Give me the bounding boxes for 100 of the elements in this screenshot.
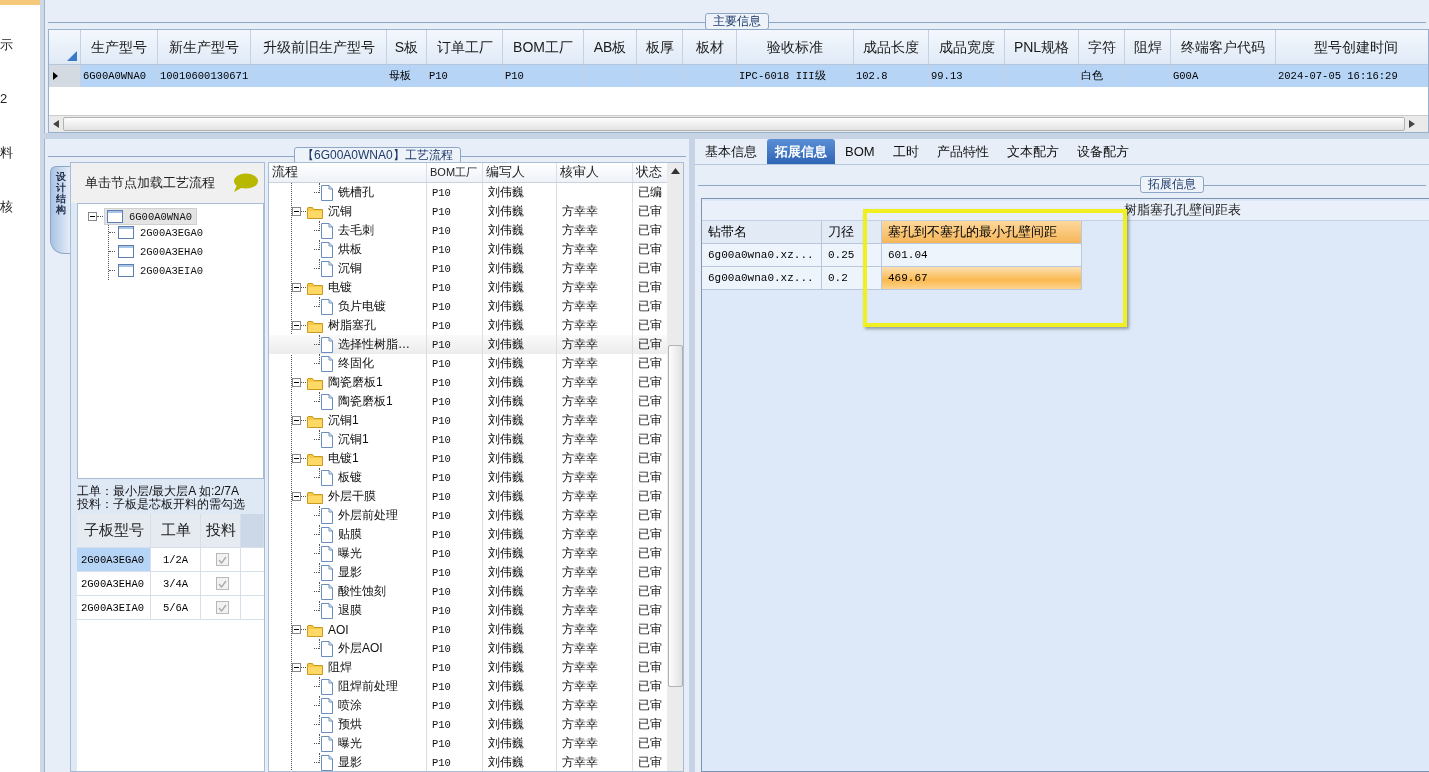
table-cell[interactable]: 0.25 — [822, 244, 882, 267]
column-header[interactable]: BOM工厂 — [427, 163, 483, 182]
column-header[interactable]: 新生产型号 — [158, 30, 251, 64]
table-cell: 刘伟巍 — [488, 374, 524, 391]
column-header[interactable]: 核审人 — [557, 163, 633, 182]
table-cell: 99.13 — [931, 70, 963, 82]
tree-node[interactable]: 2G00A3EGA0 — [116, 225, 207, 240]
node-icon — [107, 210, 123, 223]
table-cell[interactable]: 601.04 — [882, 244, 1082, 267]
step-name: 预烘 — [338, 716, 362, 733]
collapse-icon[interactable] — [292, 321, 301, 330]
column-header[interactable]: 编写人 — [483, 163, 557, 182]
collapse-icon[interactable] — [292, 207, 301, 216]
column-header[interactable]: 钻带名 — [702, 221, 822, 244]
tab[interactable]: 工时 — [884, 139, 927, 164]
table-cell: 刘伟巍 — [488, 222, 524, 239]
table-cell: 刘伟巍 — [488, 355, 524, 372]
tab[interactable]: 设备配方 — [1068, 139, 1137, 164]
sidebar-item[interactable]: 核 — [0, 199, 40, 215]
column-header[interactable]: 升级前旧生产型号 — [251, 30, 387, 64]
tab[interactable]: 文本配方 — [998, 139, 1067, 164]
collapse-icon[interactable] — [292, 454, 301, 463]
step-name: 选择性树脂… — [338, 336, 410, 353]
table-cell: P10 — [432, 471, 451, 484]
folder-icon — [307, 622, 323, 637]
step-name: 贴膜 — [338, 526, 362, 543]
table-cell: 方幸幸 — [562, 488, 598, 505]
collapse-icon[interactable] — [292, 625, 301, 634]
table-cell: P10 — [432, 547, 451, 560]
column-header[interactable]: 验收标准 — [737, 30, 854, 64]
table-cell: 已审 — [638, 431, 662, 448]
column-header[interactable]: S板 — [387, 30, 427, 64]
column-header[interactable]: 字符 — [1079, 30, 1125, 64]
collapse-icon[interactable] — [292, 283, 301, 292]
column-header[interactable]: 板厚 — [637, 30, 683, 64]
column-header[interactable]: BOM工厂 — [503, 30, 584, 64]
tree-node[interactable]: 2G00A3EIA0 — [116, 263, 207, 278]
column-header[interactable]: 子板型号 — [77, 514, 151, 547]
table-cell[interactable]: 469.67 — [882, 267, 1082, 290]
table-cell: 刘伟巍 — [488, 678, 524, 695]
tab[interactable]: 产品特性 — [928, 139, 997, 164]
table-cell: 刘伟巍 — [488, 469, 524, 486]
column-header[interactable]: 流程 — [269, 163, 427, 182]
collapse-icon[interactable] — [292, 378, 301, 387]
scroll-thumb[interactable] — [63, 117, 1405, 131]
table-cell: 方幸幸 — [562, 545, 598, 562]
table-cell: 已审 — [638, 621, 662, 638]
column-header[interactable]: 塞孔到不塞孔的最小孔壁间距 — [882, 221, 1082, 244]
table-row[interactable]: 6G00A0WNA0 10010600130671 母板 P10 P10 IPC-6018 III级 102.8 99.13 白色 G00A 2024-07-05 16:16:29 — [49, 65, 1428, 87]
table-cell: IPC-6018 III级 — [739, 70, 826, 82]
table-cell: 已审 — [638, 374, 662, 391]
tree-node[interactable]: 6G00A0WNA0 — [104, 208, 197, 225]
step-name: 阻焊 — [328, 659, 352, 676]
scroll-left-icon[interactable] — [53, 120, 59, 128]
table-cell[interactable]: 6g00a0wna0.xz... — [702, 267, 822, 290]
column-header[interactable]: 终端客户代码 — [1171, 30, 1276, 64]
column-header[interactable]: 成品长度 — [854, 30, 929, 64]
step-name: 曝光 — [338, 545, 362, 562]
step-name: 酸性蚀刻 — [338, 583, 386, 600]
column-header[interactable]: 板材 — [683, 30, 737, 64]
column-header[interactable]: 订单工厂 — [427, 30, 503, 64]
tab[interactable]: BOM — [837, 139, 883, 164]
table-cell: 刘伟巍 — [488, 507, 524, 524]
column-header[interactable]: 生产型号 — [81, 30, 158, 64]
table-cell: 方幸幸 — [562, 298, 598, 315]
table-cell: 已审 — [638, 355, 662, 372]
collapse-icon[interactable] — [292, 663, 301, 672]
collapse-icon[interactable] — [292, 492, 301, 501]
tab[interactable]: 基本信息 — [697, 139, 765, 164]
sidebar-item[interactable]: 示 — [0, 37, 40, 53]
vertical-scrollbar[interactable] — [667, 163, 683, 771]
table-cell[interactable]: 6g00a0wna0.xz... — [702, 244, 822, 267]
node-icon — [118, 245, 134, 258]
side-tab[interactable]: 设计结构 — [50, 166, 70, 254]
column-header[interactable]: PNL规格 — [1005, 30, 1079, 64]
document-icon — [321, 222, 333, 239]
column-header[interactable]: 工单 — [151, 514, 201, 547]
scroll-up-icon[interactable] — [670, 168, 680, 174]
column-header[interactable]: 阻焊 — [1125, 30, 1171, 64]
table-cell: 方幸幸 — [562, 260, 598, 277]
step-name: 显影 — [338, 564, 362, 581]
collapse-icon[interactable] — [88, 212, 97, 221]
scroll-thumb[interactable] — [667, 345, 683, 687]
table-cell: 已审 — [638, 241, 662, 258]
tree-row[interactable]: 选择性树脂… P10 刘伟巍 方幸幸 已审 — [269, 335, 667, 354]
column-header[interactable]: 型号创建时间 — [1276, 30, 1428, 64]
step-name: 烘板 — [338, 241, 362, 258]
tree-node[interactable]: 2G00A3EHA0 — [116, 244, 207, 259]
column-header[interactable]: 刀径 — [822, 221, 882, 244]
column-header[interactable]: AB板 — [584, 30, 637, 64]
table-cell[interactable]: 0.2 — [822, 267, 882, 290]
sidebar-item[interactable]: 料 — [0, 145, 40, 161]
table-cell: 方幸幸 — [562, 393, 598, 410]
horizontal-scrollbar[interactable] — [49, 115, 1428, 132]
sidebar-item[interactable]: 2 — [0, 91, 40, 107]
collapse-icon[interactable] — [292, 416, 301, 425]
folder-icon — [307, 413, 323, 428]
tab[interactable]: 拓展信息 — [767, 139, 835, 164]
scroll-right-icon[interactable] — [1409, 120, 1415, 128]
column-header[interactable]: 成品宽度 — [929, 30, 1005, 64]
